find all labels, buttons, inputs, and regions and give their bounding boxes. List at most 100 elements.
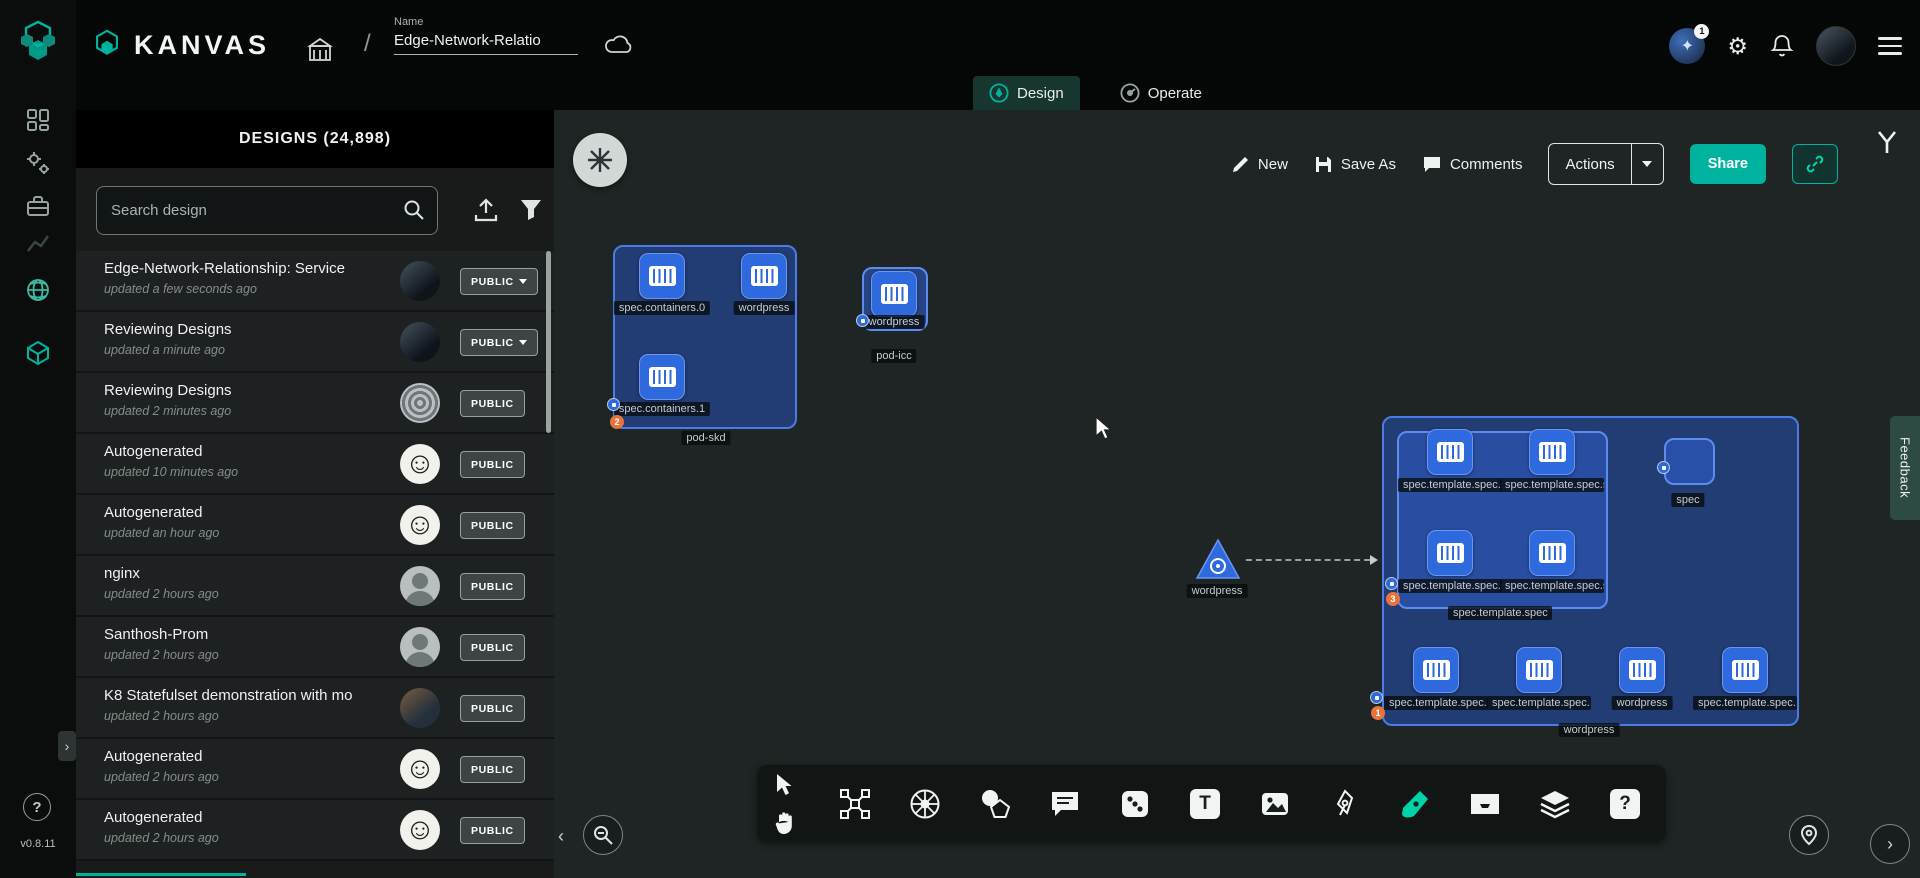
help-tool[interactable] bbox=[1607, 786, 1643, 822]
pod-node[interactable] bbox=[1722, 647, 1768, 693]
design-list-item[interactable]: Reviewing Designs updated a minute ago P… bbox=[76, 312, 554, 373]
collapse-panel-chevron-icon[interactable]: ‹ bbox=[558, 826, 564, 847]
design-name-input[interactable]: Edge-Network-Relatio bbox=[394, 32, 578, 55]
tab-operate[interactable]: Operate bbox=[1104, 76, 1218, 110]
locate-design-button[interactable] bbox=[1789, 815, 1829, 855]
dashboard-icon[interactable] bbox=[24, 106, 52, 134]
pen-tool[interactable] bbox=[1327, 786, 1363, 822]
pod-node[interactable] bbox=[1516, 647, 1562, 693]
toolbox-icon[interactable] bbox=[24, 192, 52, 220]
comments-button[interactable]: Comments bbox=[1422, 155, 1523, 174]
visibility-badge[interactable]: PUBLIC bbox=[460, 268, 538, 295]
user-avatar[interactable] bbox=[1816, 26, 1856, 66]
designs-panel: DESIGNS (24,898) Edge-Network-Relationsh… bbox=[76, 110, 554, 878]
design-list-item[interactable]: Autogenerated updated an hour ago PUBLIC bbox=[76, 495, 554, 556]
help-button[interactable] bbox=[23, 793, 51, 821]
node-label: spec.template.spec.s... bbox=[1500, 478, 1604, 492]
search-input[interactable] bbox=[96, 186, 438, 235]
catalog-notification-button[interactable]: 1 bbox=[1669, 28, 1705, 64]
draw-tool-active[interactable] bbox=[1397, 786, 1433, 822]
filter-icon[interactable] bbox=[518, 196, 544, 222]
kubernetes-context-button[interactable] bbox=[573, 133, 627, 187]
mesh-globe-icon[interactable] bbox=[24, 276, 52, 304]
pod-node[interactable] bbox=[871, 271, 917, 317]
visibility-badge[interactable]: PUBLIC bbox=[460, 390, 525, 417]
pod-node[interactable] bbox=[1427, 429, 1473, 475]
container-icon bbox=[1423, 660, 1450, 680]
pod-node[interactable] bbox=[741, 253, 787, 299]
design-list-item[interactable]: Autogenerated updated 2 hours ago PUBLIC bbox=[76, 739, 554, 800]
wordpress-triangle-node[interactable] bbox=[1195, 538, 1241, 580]
node-label: spec bbox=[1671, 493, 1704, 507]
kanvas-cube-icon[interactable] bbox=[24, 339, 52, 367]
pod-node[interactable] bbox=[1427, 530, 1473, 576]
design-updated: updated 2 hours ago bbox=[104, 709, 219, 723]
text-tool[interactable] bbox=[1187, 786, 1223, 822]
pod-node[interactable] bbox=[1619, 647, 1665, 693]
sticker-tool[interactable] bbox=[1117, 786, 1153, 822]
pod-node[interactable] bbox=[1529, 429, 1575, 475]
container-icon bbox=[881, 284, 908, 304]
design-list-item[interactable]: Edge-Network-Relationship: Service updat… bbox=[76, 251, 554, 312]
expand-right-chevron-button[interactable]: › bbox=[1870, 824, 1910, 864]
settings-gear-icon[interactable]: ⚙ bbox=[1727, 33, 1748, 60]
kanvas-logo-icon[interactable] bbox=[14, 18, 62, 66]
design-updated: updated a few seconds ago bbox=[104, 282, 257, 296]
tab-design[interactable]: Design bbox=[973, 76, 1080, 110]
pod-node[interactable] bbox=[639, 253, 685, 299]
design-list-item[interactable]: Autogenerated updated 10 minutes ago PUB… bbox=[76, 434, 554, 495]
pan-hand-tool[interactable] bbox=[767, 807, 803, 839]
spec-node[interactable] bbox=[1664, 438, 1715, 485]
kubernetes-tool[interactable] bbox=[907, 786, 943, 822]
actions-caret-icon[interactable] bbox=[1631, 144, 1663, 184]
schema-shapes-tool[interactable] bbox=[837, 786, 873, 822]
visibility-badge[interactable]: PUBLIC bbox=[460, 634, 525, 661]
pod-node[interactable] bbox=[639, 354, 685, 400]
organization-icon[interactable] bbox=[306, 36, 334, 64]
visibility-badge[interactable]: PUBLIC bbox=[460, 695, 525, 722]
copy-link-button[interactable] bbox=[1792, 144, 1838, 184]
zoom-out-button[interactable] bbox=[583, 815, 623, 855]
link-icon bbox=[1805, 154, 1825, 174]
visibility-label: PUBLIC bbox=[471, 825, 514, 837]
design-list-item[interactable]: Reviewing Designs updated 2 minutes ago … bbox=[76, 373, 554, 434]
visibility-badge[interactable]: PUBLIC bbox=[460, 573, 525, 600]
actions-dropdown-button[interactable]: Actions bbox=[1548, 143, 1663, 185]
visibility-badge[interactable]: PUBLIC bbox=[460, 329, 538, 356]
new-button[interactable]: New bbox=[1231, 155, 1288, 174]
layers-tool[interactable] bbox=[1537, 786, 1573, 822]
brand[interactable]: KANVAS bbox=[90, 28, 270, 62]
visibility-badge[interactable]: PUBLIC bbox=[460, 512, 525, 539]
panel-expand-chevron-icon[interactable] bbox=[58, 731, 76, 761]
shapes-tool[interactable] bbox=[977, 786, 1013, 822]
design-canvas[interactable]: New Save As Comments Actions Share bbox=[554, 110, 1920, 878]
settings-gears-icon[interactable] bbox=[24, 149, 52, 177]
drawer-tool[interactable] bbox=[1467, 786, 1503, 822]
list-scrollbar[interactable] bbox=[546, 251, 551, 433]
pod-node[interactable] bbox=[1413, 647, 1459, 693]
visibility-label: PUBLIC bbox=[471, 520, 514, 532]
cloud-sync-icon[interactable] bbox=[604, 34, 634, 56]
import-design-icon[interactable] bbox=[472, 196, 500, 224]
menu-hamburger-icon[interactable] bbox=[1878, 37, 1902, 55]
node-label: wordpress bbox=[734, 301, 795, 315]
design-list-item[interactable]: Autogenerated updated 2 hours ago PUBLIC bbox=[76, 800, 554, 861]
design-updated: updated 2 minutes ago bbox=[104, 404, 231, 418]
comment-tool[interactable] bbox=[1047, 786, 1083, 822]
share-button[interactable]: Share bbox=[1690, 144, 1766, 184]
right-panel-toggle-icon[interactable] bbox=[1876, 130, 1898, 154]
design-list-item[interactable]: K8 Statefulset demonstration with mo upd… bbox=[76, 678, 554, 739]
visibility-badge[interactable]: PUBLIC bbox=[460, 756, 525, 783]
feedback-tab[interactable]: Feedback bbox=[1890, 416, 1920, 520]
save-as-button[interactable]: Save As bbox=[1314, 155, 1396, 174]
container-icon bbox=[1526, 660, 1553, 680]
timeline-icon[interactable] bbox=[24, 230, 52, 258]
design-list-item[interactable]: nginx updated 2 hours ago PUBLIC bbox=[76, 556, 554, 617]
visibility-badge[interactable]: PUBLIC bbox=[460, 451, 525, 478]
pod-node[interactable] bbox=[1529, 530, 1575, 576]
select-tool[interactable] bbox=[767, 769, 803, 801]
design-list-item[interactable]: Santhosh-Prom updated 2 hours ago PUBLIC bbox=[76, 617, 554, 678]
media-tool[interactable] bbox=[1257, 786, 1293, 822]
notifications-bell-icon[interactable] bbox=[1770, 33, 1794, 59]
visibility-badge[interactable]: PUBLIC bbox=[460, 817, 525, 844]
